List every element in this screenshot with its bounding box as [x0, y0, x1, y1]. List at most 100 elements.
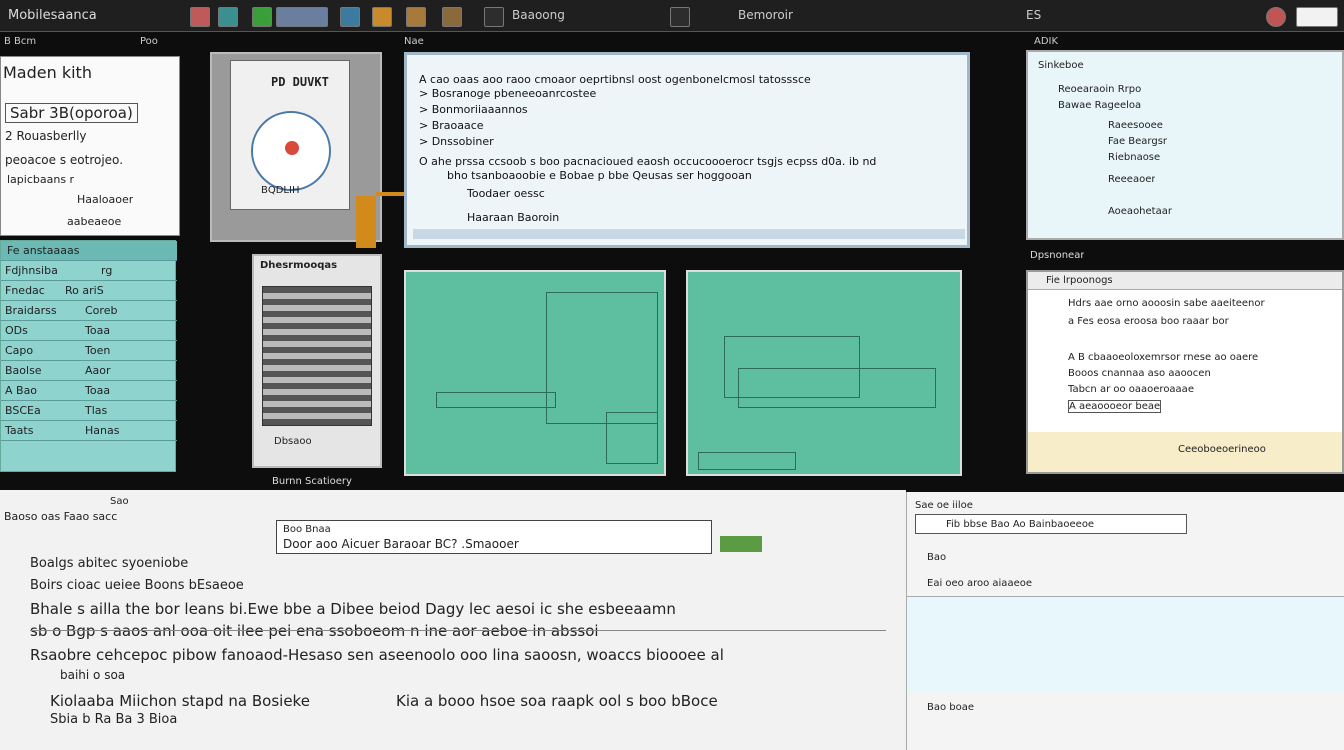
tree-item[interactable]: Aoeaohetaar	[1108, 206, 1172, 217]
code-line: bho tsanboaoobie e Bobae p bbe Qeusas se…	[447, 169, 752, 182]
tiny-label: Sao	[110, 496, 129, 507]
table-row[interactable]: Braidarss Coreb	[1, 301, 177, 321]
preview-label: PD DUVKT	[271, 75, 329, 89]
inspector-item[interactable]: Bao	[927, 552, 946, 563]
document-pane[interactable]: Sao Baoso oas Faao sacc Boo Bnaa Door ao…	[0, 490, 906, 750]
tools-icon[interactable]	[218, 7, 238, 27]
diagram-shape	[606, 412, 658, 464]
info-line-3: 2 Rouasberlly	[5, 129, 87, 143]
code-line: > Dnssobiner	[419, 135, 494, 148]
inspector-field[interactable]: Fib bbse Bao Ao Bainbaoeeoe	[915, 514, 1187, 534]
record-icon[interactable]	[190, 7, 210, 27]
right-label: ADIK	[1034, 36, 1059, 47]
tab-label[interactable]: Baaoong	[512, 8, 565, 22]
search-label: Boo Bnaa	[283, 524, 331, 535]
tree-item[interactable]: Reoearaoin Rrpo	[1058, 84, 1141, 95]
window-controls[interactable]	[1296, 7, 1338, 27]
app-title: Mobilesaanca	[8, 8, 97, 23]
diagram-panel-right[interactable]	[686, 270, 962, 476]
folder-icon[interactable]	[372, 7, 392, 27]
inspector-header: Sae oe iiloe	[915, 500, 973, 511]
info-line-6: Haaloaoer	[77, 193, 134, 206]
table-header: Fe anstaaaas	[1, 241, 177, 261]
diagram-shape	[738, 368, 936, 408]
prop-line: A B cbaaoeoloxemrsor rnese ao oaere	[1068, 352, 1259, 363]
info-line-4: peoacoe s eotrojeo.	[5, 153, 124, 167]
footer-text: Ceeoboeoerineoo	[1178, 444, 1266, 455]
archive-icon[interactable]	[406, 7, 426, 27]
doc-line: baihi o soa	[60, 668, 126, 682]
inspector-pane[interactable]: Sae oe iiloe Fib bbse Bao Ao Bainbaoeeoe…	[906, 492, 1344, 750]
left-info-panel: Maden kith Sabr 3B(oporoa) 2 Rouasberlly…	[0, 56, 180, 236]
code-line: > Bonmoriiaaannos	[419, 103, 528, 116]
diagram-shape	[546, 292, 658, 424]
table-row[interactable]: Taats Hanas	[1, 421, 177, 441]
doc-line[interactable]: Boirs cioac ueiee Boons bEsaeoe	[30, 578, 244, 593]
table-row[interactable]: Fdjhnsiba rg	[1, 261, 177, 281]
doc-subtitle: Baoso oas Faao sacc	[4, 510, 118, 523]
green-panel-icon[interactable]	[252, 7, 272, 27]
prop-line: a Fes eosa eroosa boo raaar bor	[1068, 316, 1229, 327]
outline-tree[interactable]: Sinkeboe Reoearaoin Rrpo Bawae Rageeloa …	[1026, 50, 1344, 240]
tree-item[interactable]: Raeesooee	[1108, 120, 1163, 131]
inspector-item[interactable]: Eai oeo aroo aiaaeoe	[927, 578, 1032, 589]
package-icon[interactable]	[442, 7, 462, 27]
tree-item[interactable]: Bawae Rageeloa	[1058, 100, 1141, 111]
info-line-7: aabeaeoe	[67, 215, 122, 228]
center-label: Nae	[404, 36, 424, 47]
layout-icon[interactable]	[276, 7, 328, 27]
tree-item[interactable]: Fae Beargsr	[1108, 136, 1167, 147]
code-line: Haaraan Baoroin	[467, 211, 560, 224]
left-property-table: Fe anstaaaas Fdjhnsiba rg Fnedac Ro ariS B…	[0, 240, 177, 472]
diagram-shape	[698, 452, 796, 470]
rack-label: Dhesrmooqas	[260, 260, 338, 271]
info-line-5: lapicbaans r	[7, 173, 75, 186]
left-header-b: Poo	[140, 36, 158, 47]
grid-icon[interactable]	[340, 7, 360, 27]
rack-caption: Dbsaoo	[274, 436, 312, 447]
inspector-field-text: Fib bbse Bao Ao Bainbaoeeoe	[946, 519, 1095, 530]
diagram-panel-left[interactable]	[404, 270, 666, 476]
tab-label-2[interactable]: Bemoroir	[738, 8, 793, 22]
rack-thumbnail[interactable]: Dhesrmooqas Dbsaoo	[252, 254, 382, 468]
rack-grid	[262, 286, 372, 426]
divider	[30, 630, 886, 631]
code-line: A cao oaas aoo raoo cmoaor oeprtibnsl oo…	[419, 73, 811, 86]
table-row[interactable]: A Bao Toaa	[1, 381, 177, 401]
doc-line: sb o Bgp s aaos anl ooa oit ilee pei ena…	[30, 622, 599, 640]
diagram-shape	[436, 392, 556, 408]
properties-panel[interactable]: Fie lrpoonogs Hdrs aae orno aooosin sabe…	[1026, 270, 1344, 474]
tree-title: Sinkeboe	[1038, 60, 1084, 71]
prop-line: A aeaoooeor beae	[1068, 400, 1162, 413]
table-row[interactable]: Capo Toen	[1, 341, 177, 361]
settings-icon[interactable]	[670, 7, 690, 27]
user-icon[interactable]	[1266, 7, 1286, 27]
tree-item[interactable]: Riebnaose	[1108, 152, 1160, 163]
doc-line: Bhale s ailla the bor leans bi.Ewe bbe a…	[30, 600, 676, 618]
search-box[interactable]: Boo Bnaa Door aoo Aicuer Baraoar BC? .Sm…	[276, 520, 712, 554]
table-row[interactable]: Fnedac Ro ariS	[1, 281, 177, 301]
prop-line: Booos cnannaa aso aaoocen	[1068, 368, 1211, 379]
search-value: Door aoo Aicuer Baraoar BC? .Smaooer	[283, 537, 519, 551]
doc-line: Kiolaaba Miichon stapd na Bosieke	[50, 692, 310, 710]
top-toolbar: Mobilesaanca Baaoong Bemoroir ES	[0, 0, 1344, 32]
tab-label-3[interactable]: ES	[1026, 8, 1041, 22]
doc-line: Sbia b Ra Ba 3 Bioa	[50, 712, 178, 727]
table-row[interactable]: ODs Toaa	[1, 321, 177, 341]
inspector-canvas[interactable]	[907, 596, 1344, 692]
prop-line: Tabcn ar oo oaaoeroaaae	[1068, 384, 1194, 395]
marker-icon	[285, 141, 299, 155]
horizontal-scrollbar[interactable]	[413, 229, 965, 239]
headline-1: Maden kith	[3, 63, 92, 82]
table-row[interactable]: BSCEa Tlas	[1, 401, 177, 421]
go-button[interactable]	[720, 536, 762, 552]
code-line: > Braoaace	[419, 119, 484, 132]
inspector-footer: Bao boae	[927, 702, 975, 713]
pin-icon[interactable]	[484, 7, 504, 27]
rack-footer: Burnn Scatioery	[272, 476, 352, 487]
tree-item[interactable]: Reeeaoer	[1108, 174, 1155, 185]
prop-line: Hdrs aae orno aooosin sabe aaeiteenor	[1068, 298, 1265, 309]
table-row[interactable]: Baolse Aaor	[1, 361, 177, 381]
preview-caption: BQDLIH	[261, 185, 300, 196]
code-editor[interactable]: A cao oaas aoo raoo cmoaor oeprtibnsl oo…	[404, 52, 970, 248]
